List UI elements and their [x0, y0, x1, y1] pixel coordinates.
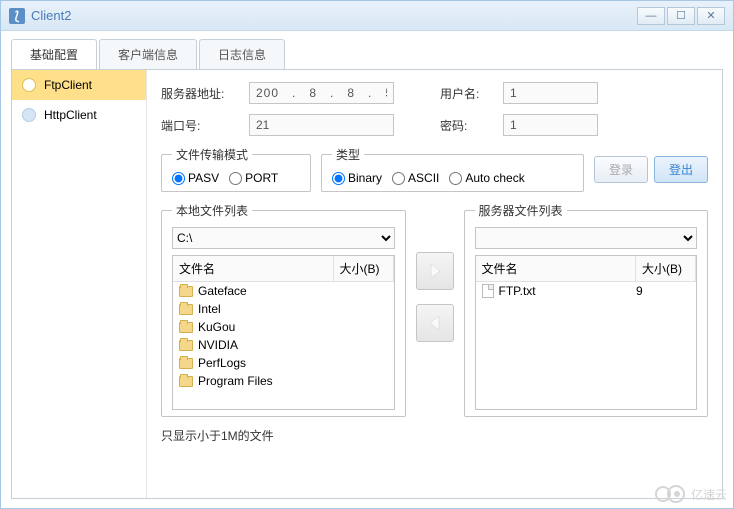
type-legend: 类型	[332, 146, 364, 163]
list-item[interactable]: Intel	[173, 300, 394, 318]
chevron-left-icon	[425, 313, 445, 333]
tab-basic-config[interactable]: 基础配置	[11, 39, 97, 69]
login-button[interactable]: 登录	[594, 156, 648, 183]
list-item[interactable]: KuGou	[173, 318, 394, 336]
list-item[interactable]: Program Files	[173, 372, 394, 390]
chevron-right-icon	[425, 261, 445, 281]
radio-ascii[interactable]: ASCII	[392, 171, 439, 185]
sidebar: FtpClient HttpClient	[12, 70, 147, 498]
transfer-mode-group: 文件传输模式 PASV PORT	[161, 146, 311, 192]
remote-path-select[interactable]	[475, 227, 698, 249]
server-input[interactable]	[249, 82, 394, 104]
upload-button[interactable]	[416, 252, 454, 290]
port-label: 端口号:	[161, 117, 241, 134]
folder-icon	[179, 358, 193, 369]
close-button[interactable]: ✕	[697, 7, 725, 25]
remote-list-body[interactable]: FTP.txt9	[476, 282, 697, 410]
transfer-mode-legend: 文件传输模式	[172, 146, 252, 163]
dot-icon	[22, 108, 36, 122]
tab-bar: 基础配置 客户端信息 日志信息	[11, 39, 723, 69]
folder-icon	[179, 340, 193, 351]
folder-icon	[179, 376, 193, 387]
tab-client-info[interactable]: 客户端信息	[99, 39, 197, 69]
pass-input[interactable]	[503, 114, 598, 136]
local-path-select[interactable]: C:\	[172, 227, 395, 249]
list-item[interactable]: FTP.txt9	[476, 282, 697, 300]
user-input[interactable]	[503, 82, 598, 104]
pass-label: 密码:	[440, 117, 495, 134]
footer-note: 只显示小于1M的文件	[161, 427, 708, 444]
sidebar-item-httpclient[interactable]: HttpClient	[12, 100, 146, 130]
folder-icon	[179, 286, 193, 297]
titlebar: ⟅ Client2 — ☐ ✕	[1, 1, 733, 31]
remote-file-list-group: 服务器文件列表 文件名 大小(B) FTP.txt9	[464, 202, 709, 417]
file-icon	[482, 284, 494, 298]
radio-port[interactable]: PORT	[229, 171, 278, 185]
local-list-body[interactable]: GatefaceIntelKuGouNVIDIAPerfLogsProgram …	[173, 282, 394, 410]
sidebar-item-ftpclient[interactable]: FtpClient	[12, 70, 146, 100]
window-title: Client2	[31, 8, 637, 23]
folder-icon	[179, 304, 193, 315]
type-group: 类型 Binary ASCII Auto check	[321, 146, 584, 192]
local-col-size: 大小(B)	[334, 256, 394, 281]
folder-icon	[179, 322, 193, 333]
local-file-list-group: 本地文件列表 C:\ 文件名 大小(B) GatefaceIntelKuGouN…	[161, 202, 406, 417]
port-input[interactable]	[249, 114, 394, 136]
list-item[interactable]: PerfLogs	[173, 354, 394, 372]
local-col-name: 文件名	[173, 256, 334, 281]
app-icon: ⟅	[9, 8, 25, 24]
logout-button[interactable]: 登出	[654, 156, 708, 183]
remote-legend: 服务器文件列表	[475, 202, 567, 219]
radio-autocheck[interactable]: Auto check	[449, 171, 524, 185]
radio-binary[interactable]: Binary	[332, 171, 382, 185]
remote-list: 文件名 大小(B) FTP.txt9	[475, 255, 698, 410]
sidebar-item-label: FtpClient	[44, 78, 92, 92]
download-button[interactable]	[416, 304, 454, 342]
sidebar-item-label: HttpClient	[44, 108, 97, 122]
remote-col-size: 大小(B)	[636, 256, 696, 281]
main-panel: 服务器地址: 用户名: 端口号: 密码: 文件传输模式	[147, 70, 722, 498]
list-item[interactable]: NVIDIA	[173, 336, 394, 354]
remote-col-name: 文件名	[476, 256, 637, 281]
minimize-button[interactable]: —	[637, 7, 665, 25]
tab-log-info[interactable]: 日志信息	[199, 39, 285, 69]
dot-icon	[22, 78, 36, 92]
list-item[interactable]: Gateface	[173, 282, 394, 300]
local-legend: 本地文件列表	[172, 202, 252, 219]
server-label: 服务器地址:	[161, 85, 241, 102]
app-window: ⟅ Client2 — ☐ ✕ 基础配置 客户端信息 日志信息 FtpClien…	[0, 0, 734, 509]
maximize-button[interactable]: ☐	[667, 7, 695, 25]
radio-pasv[interactable]: PASV	[172, 171, 219, 185]
user-label: 用户名:	[440, 85, 495, 102]
local-list: 文件名 大小(B) GatefaceIntelKuGouNVIDIAPerfLo…	[172, 255, 395, 410]
